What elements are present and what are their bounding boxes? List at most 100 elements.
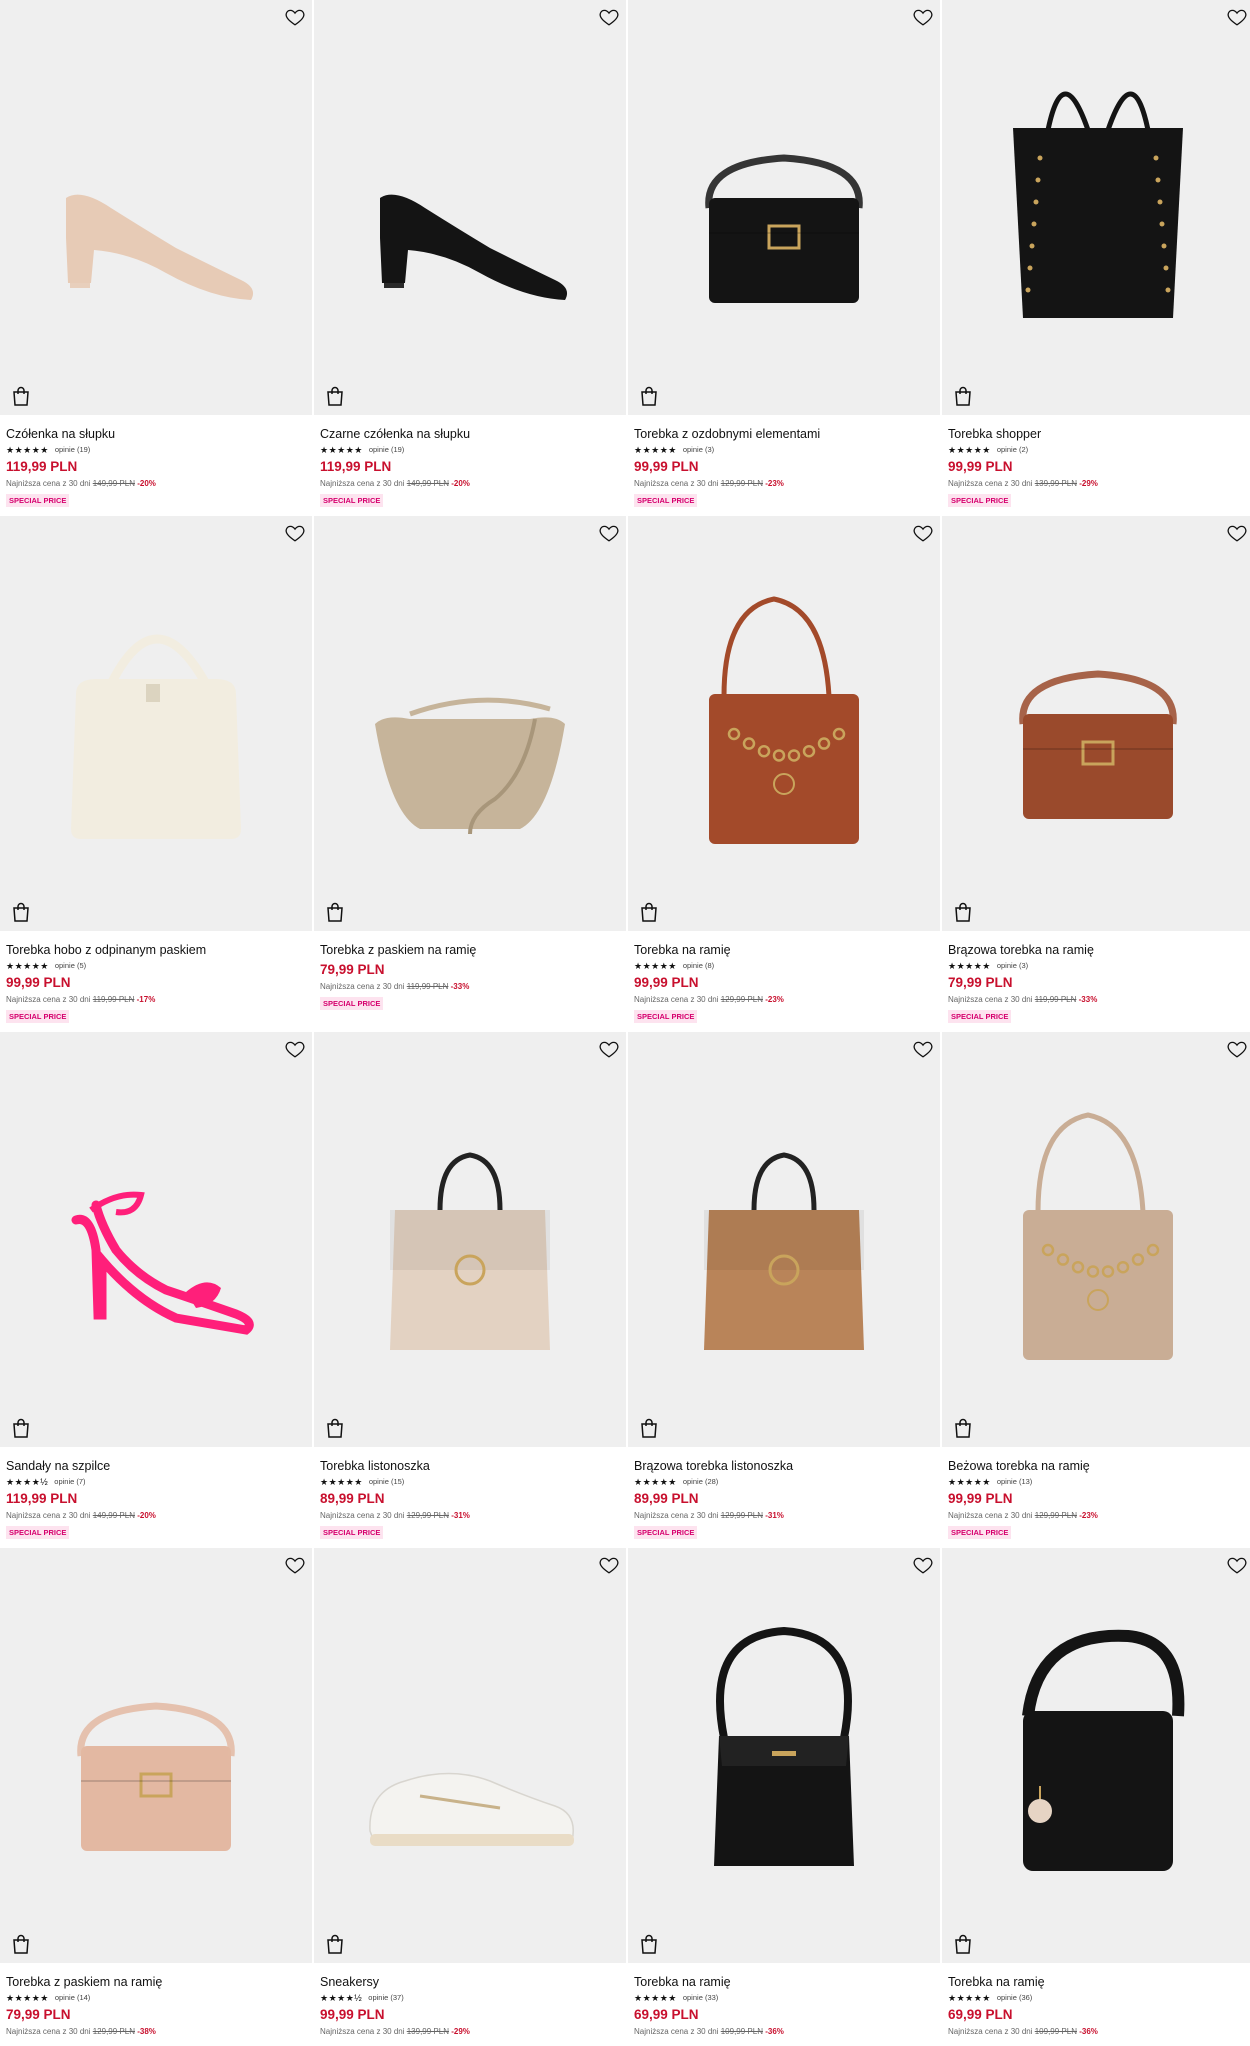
rating-opinions[interactable]: opinie (14) — [55, 1993, 90, 2003]
rating-opinions[interactable]: opinie (3) — [683, 445, 714, 455]
product-image[interactable] — [0, 1548, 312, 1963]
rating-opinions[interactable]: opinie (7) — [54, 1477, 85, 1487]
product-title[interactable]: Torebka hobo z odpinanym paskiem — [6, 943, 306, 958]
shopping-bag-icon[interactable] — [640, 1934, 658, 1954]
heart-icon[interactable] — [912, 6, 934, 28]
product-card[interactable]: Brązowa torebka na ramię ★★★★★ opinie (3… — [942, 516, 1250, 1032]
product-card[interactable]: Beżowa torebka na ramię ★★★★★ opinie (13… — [942, 1032, 1250, 1548]
heart-icon[interactable] — [598, 1554, 620, 1576]
product-image[interactable] — [942, 0, 1250, 415]
product-image[interactable] — [628, 1032, 940, 1447]
product-image[interactable] — [314, 0, 626, 415]
rating-opinions[interactable]: opinie (13) — [997, 1477, 1032, 1487]
product-title[interactable]: Czółenka na słupku — [6, 427, 306, 442]
rating-opinions[interactable]: opinie (15) — [369, 1477, 404, 1487]
rating-opinions[interactable]: opinie (3) — [997, 961, 1028, 971]
heart-icon[interactable] — [1226, 1038, 1248, 1060]
shopping-bag-icon[interactable] — [12, 902, 30, 922]
product-title[interactable]: Torebka na ramię — [948, 1975, 1248, 1990]
product-card[interactable]: Torebka hobo z odpinanym paskiem ★★★★★ o… — [0, 516, 312, 1032]
product-title[interactable]: Torebka z paskiem na ramię — [6, 1975, 306, 1990]
shopping-bag-icon[interactable] — [326, 1934, 344, 1954]
product-card[interactable]: Torebka na ramię ★★★★★ opinie (33) 69,99… — [628, 1548, 940, 2046]
product-image[interactable] — [0, 1032, 312, 1447]
product-title[interactable]: Brązowa torebka listonoszka — [634, 1459, 934, 1474]
product-title[interactable]: Torebka shopper — [948, 427, 1248, 442]
heart-icon[interactable] — [1226, 522, 1248, 544]
rating-opinions[interactable]: opinie (33) — [683, 1993, 718, 2003]
product-card[interactable]: Torebka shopper ★★★★★ opinie (2) 99,99 P… — [942, 0, 1250, 516]
product-card[interactable]: Torebka z ozdobnymi elementami ★★★★★ opi… — [628, 0, 940, 516]
product-card[interactable]: Torebka z paskiem na ramię 79,99 PLN Naj… — [314, 516, 626, 1032]
product-image[interactable] — [628, 0, 940, 415]
product-title[interactable]: Sandały na szpilce — [6, 1459, 306, 1474]
product-card[interactable]: Torebka z paskiem na ramię ★★★★★ opinie … — [0, 1548, 312, 2046]
rating-opinions[interactable]: opinie (2) — [997, 445, 1028, 455]
product-title[interactable]: Torebka z ozdobnymi elementami — [634, 427, 934, 442]
product-title[interactable]: Torebka z paskiem na ramię — [320, 943, 620, 958]
rating-opinions[interactable]: opinie (28) — [683, 1477, 718, 1487]
product-title[interactable]: Beżowa torebka na ramię — [948, 1459, 1248, 1474]
rating-opinions[interactable]: opinie (19) — [55, 445, 90, 455]
product-title[interactable]: Sneakersy — [320, 1975, 620, 1990]
product-card[interactable]: Czółenka na słupku ★★★★★ opinie (19) 119… — [0, 0, 312, 516]
product-card[interactable]: Torebka listonoszka ★★★★★ opinie (15) 89… — [314, 1032, 626, 1548]
heart-icon[interactable] — [912, 522, 934, 544]
shopping-bag-icon[interactable] — [640, 902, 658, 922]
rating-stars: ★★★★★ — [634, 961, 677, 971]
product-title[interactable]: Torebka na ramię — [634, 943, 934, 958]
rating-opinions[interactable]: opinie (19) — [369, 445, 404, 455]
rating-opinions[interactable]: opinie (36) — [997, 1993, 1032, 2003]
product-image[interactable] — [628, 516, 940, 931]
product-image[interactable] — [942, 1548, 1250, 1963]
heart-icon[interactable] — [598, 522, 620, 544]
shopping-bag-icon[interactable] — [640, 386, 658, 406]
product-image[interactable] — [628, 1548, 940, 1963]
shopping-bag-icon[interactable] — [954, 1418, 972, 1438]
product-image[interactable] — [0, 0, 312, 415]
product-image[interactable] — [942, 516, 1250, 931]
product-image[interactable] — [314, 516, 626, 931]
product-photo-chainbag — [1023, 1111, 1173, 1360]
heart-icon[interactable] — [912, 1554, 934, 1576]
product-image[interactable] — [942, 1032, 1250, 1447]
shopping-bag-icon[interactable] — [12, 386, 30, 406]
product-price: 119,99 PLN — [6, 459, 78, 474]
shopping-bag-icon[interactable] — [954, 386, 972, 406]
product-title[interactable]: Torebka listonoszka — [320, 1459, 620, 1474]
product-card[interactable]: Brązowa torebka listonoszka ★★★★★ opinie… — [628, 1032, 940, 1548]
heart-icon[interactable] — [912, 1038, 934, 1060]
product-title[interactable]: Torebka na ramię — [634, 1975, 934, 1990]
lowest-price-note: Najniższa cena z 30 dni 119,99 PLN -17% — [6, 995, 306, 1005]
product-card[interactable]: Sneakersy ★★★★½ opinie (37) 99,99 PLN Na… — [314, 1548, 626, 2046]
product-card[interactable]: Torebka na ramię ★★★★★ opinie (36) 69,99… — [942, 1548, 1250, 2046]
heart-icon[interactable] — [1226, 1554, 1248, 1576]
heart-icon[interactable] — [284, 6, 306, 28]
rating-opinions[interactable]: opinie (8) — [683, 961, 714, 971]
rating-opinions[interactable]: opinie (5) — [55, 961, 86, 971]
product-card[interactable]: Torebka na ramię ★★★★★ opinie (8) 99,99 … — [628, 516, 940, 1032]
shopping-bag-icon[interactable] — [326, 1418, 344, 1438]
shopping-bag-icon[interactable] — [12, 1934, 30, 1954]
product-image[interactable] — [314, 1548, 626, 1963]
shopping-bag-icon[interactable] — [326, 902, 344, 922]
product-card[interactable]: Sandały na szpilce ★★★★½ opinie (7) 119,… — [0, 1032, 312, 1548]
product-card[interactable]: Czarne czółenka na słupku ★★★★★ opinie (… — [314, 0, 626, 516]
shopping-bag-icon[interactable] — [12, 1418, 30, 1438]
rating-opinions[interactable]: opinie (37) — [368, 1993, 403, 2003]
shopping-bag-icon[interactable] — [954, 902, 972, 922]
product-image[interactable] — [314, 1032, 626, 1447]
heart-icon[interactable] — [598, 1038, 620, 1060]
heart-icon[interactable] — [1226, 6, 1248, 28]
product-title[interactable]: Czarne czółenka na słupku — [320, 427, 620, 442]
discount: -33% — [450, 982, 470, 991]
shopping-bag-icon[interactable] — [326, 386, 344, 406]
heart-icon[interactable] — [284, 1038, 306, 1060]
product-title[interactable]: Brązowa torebka na ramię — [948, 943, 1248, 958]
shopping-bag-icon[interactable] — [640, 1418, 658, 1438]
product-image[interactable] — [0, 516, 312, 931]
heart-icon[interactable] — [598, 6, 620, 28]
heart-icon[interactable] — [284, 1554, 306, 1576]
shopping-bag-icon[interactable] — [954, 1934, 972, 1954]
heart-icon[interactable] — [284, 522, 306, 544]
